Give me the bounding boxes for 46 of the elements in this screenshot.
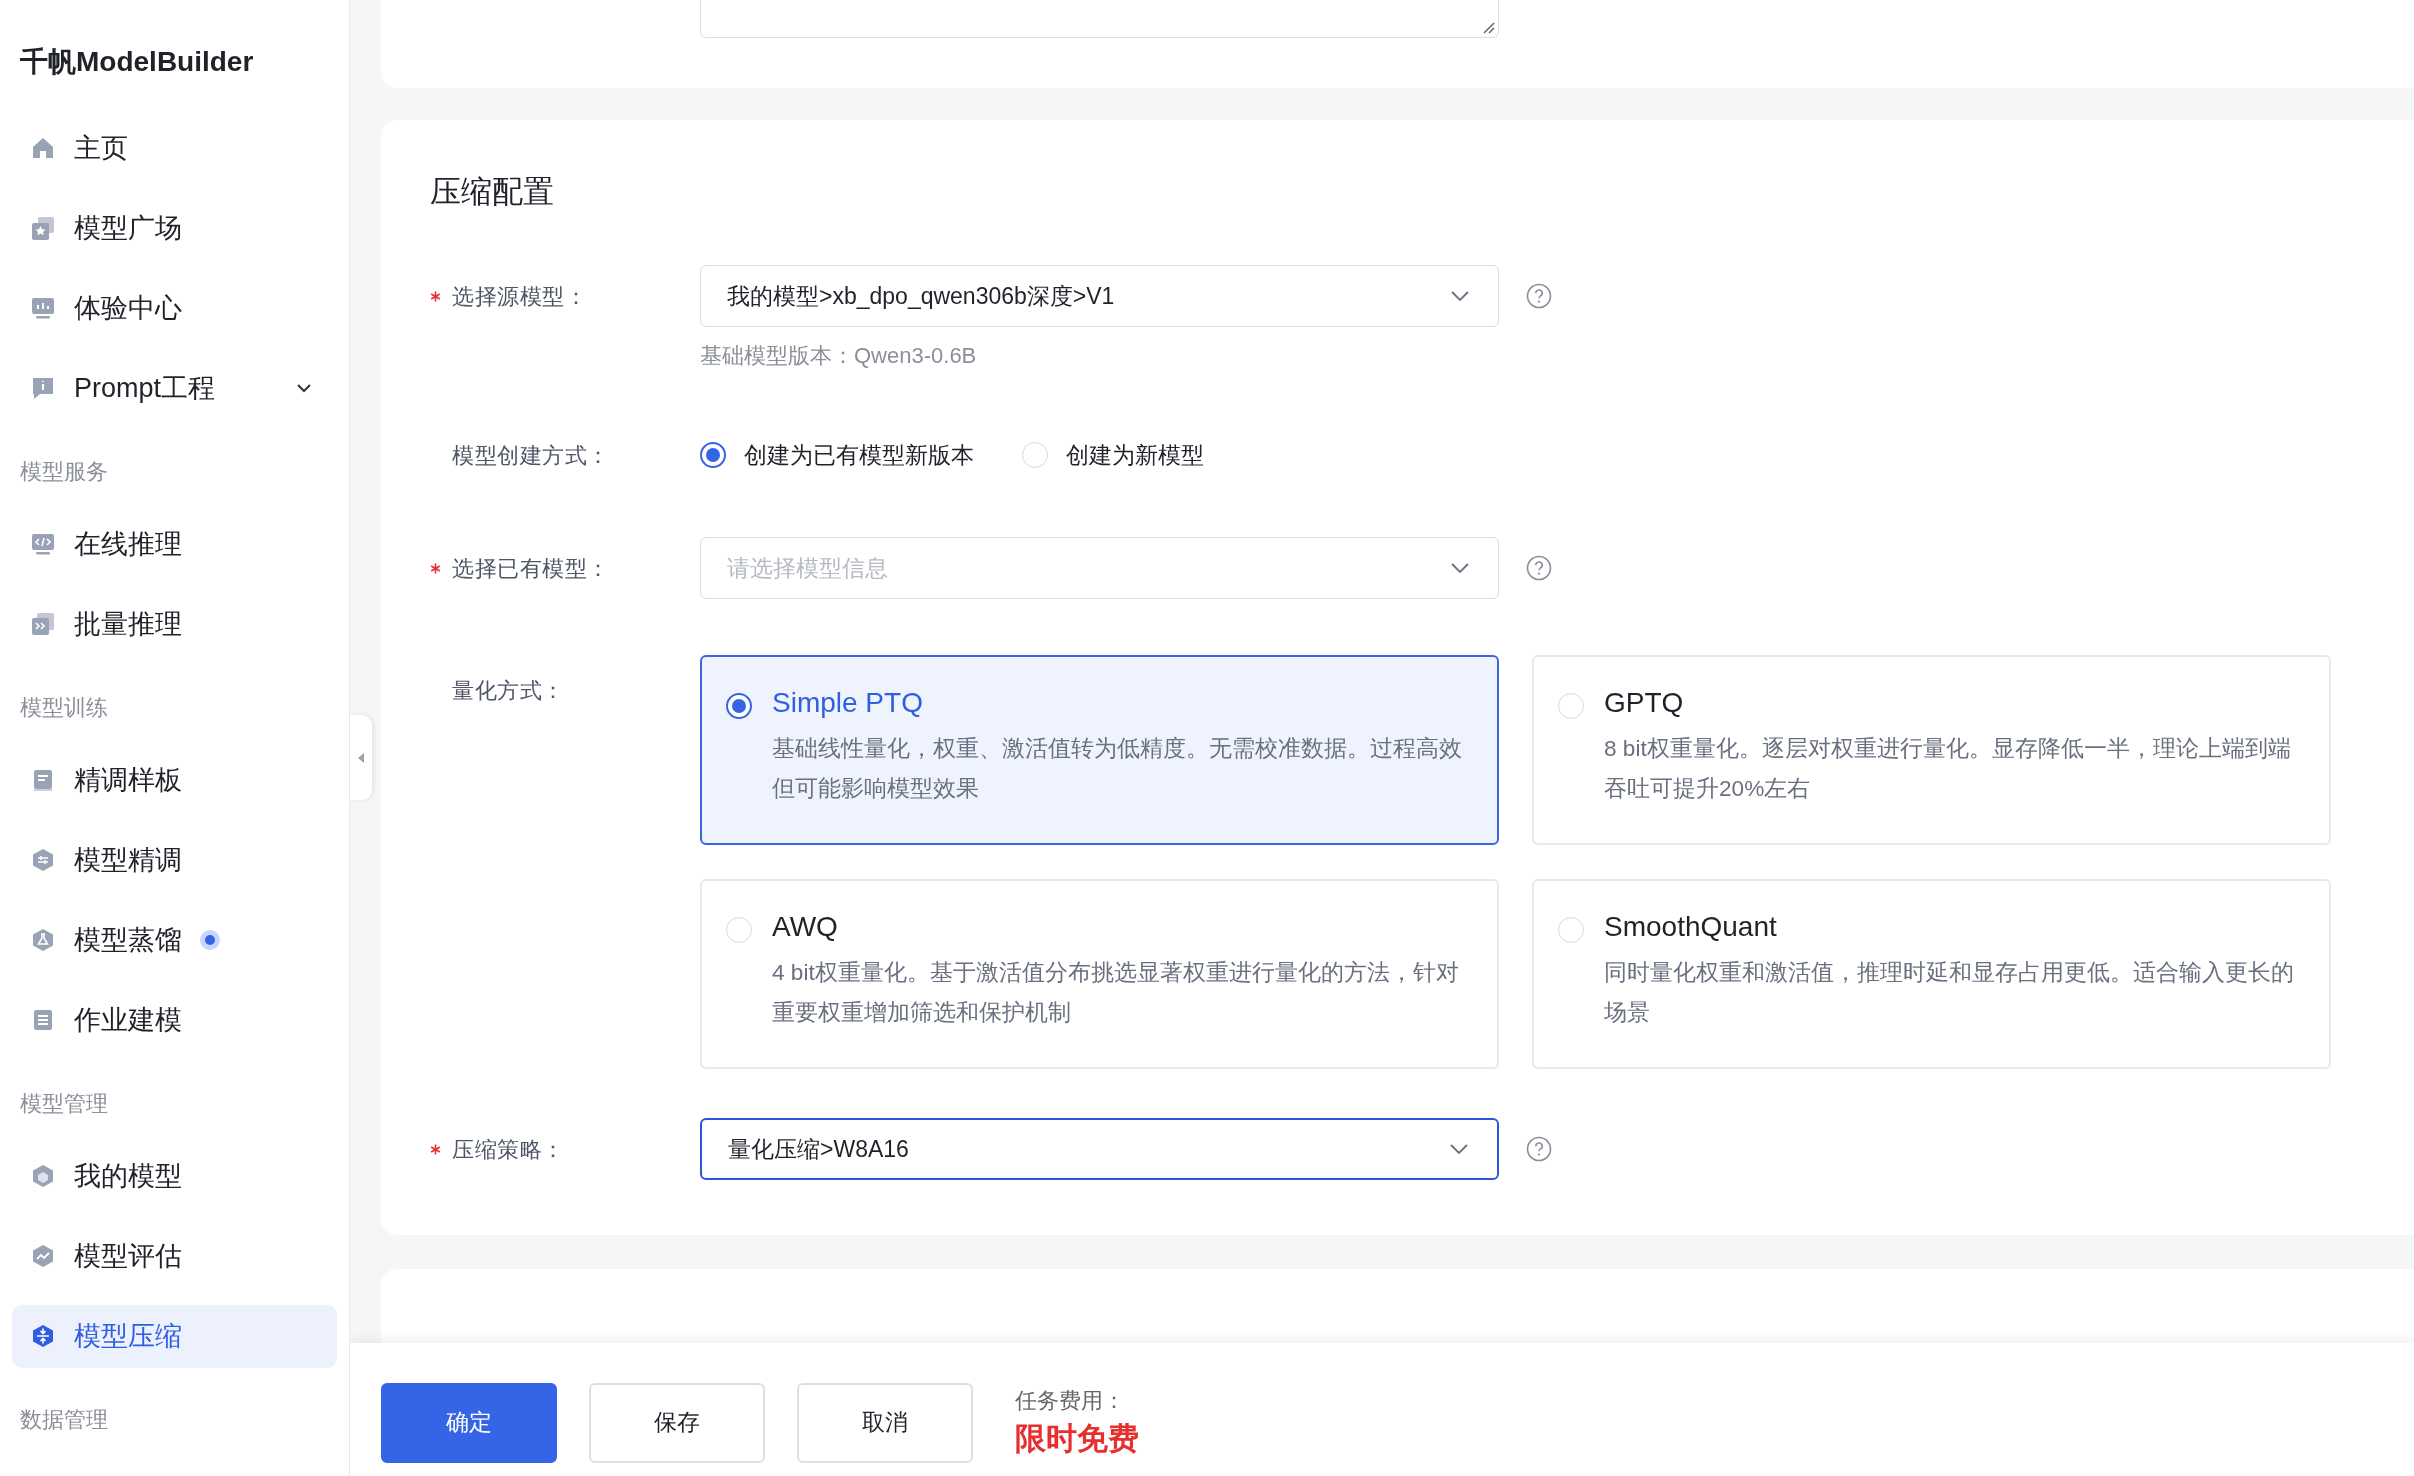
option-description: 8 bit权重量化。逐层对权重进行量化。显存降低一半，理论上端到端吞吐可提升20%左右 [1604,735,2292,803]
radio-label[interactable]: 创建为新模型 [1066,437,1204,473]
option-title: AWQ [772,910,839,944]
select-field[interactable]: 量化压缩>W8A16 [700,1118,1499,1180]
option-card[interactable]: GPTQ 8 bit权重量化。逐层对权重进行量化。显存降低一半，理论上端到端吞吐可提升20%左右 [1532,655,2331,845]
action-button[interactable]: 保存 [589,1382,765,1463]
nav-item[interactable]: 在线推理 [12,512,337,576]
section-title: 压缩配置 [430,173,555,211]
option-title: SmoothQuant [1604,910,1778,944]
field-label: 模型创建方式： [452,441,610,470]
nav-item[interactable]: Prompt工程 [12,356,337,420]
section-label: 模型管理 [20,1089,108,1118]
nav-item[interactable]: 作业建模 [12,988,337,1052]
option-card[interactable]: AWQ 4 bit权重量化。基于激活值分布挑选显著权重进行量化的方法，针对重要权重增加筛选和保护机制 [700,879,1499,1069]
action-button[interactable]: 取消 [797,1382,973,1463]
nav-item[interactable]: 模型压缩 [12,1304,337,1368]
option-card[interactable]: SmoothQuant 同时量化权重和激活值，推理时延和显存占用更低。适合输入更长的场景 [1532,879,2331,1069]
nav-item[interactable]: 主页 [12,116,337,180]
select-field[interactable]: 我的模型>xb_dpo_qwen306b深度>V1 [700,265,1499,327]
option-title: GPTQ [1604,686,1685,720]
option-description: 4 bit权重量化。基于激活值分布挑选显著权重进行量化的方法，针对重要权重增加筛选和保护机制 [772,959,1460,1027]
field-label: 选择源模型： [452,282,587,311]
option-description: 基础线性量化，权重、激活值转为低精度。无需校准数据。过程高效但可能影响模型效果 [772,735,1463,803]
cost-label: 任务费用： [1015,1386,1126,1415]
hint-text: 基础模型版本：Qwen3-0.6B [700,343,977,368]
field-label: 压缩策略： [452,1135,565,1164]
section-label: 模型服务 [20,457,108,486]
section-label: 数据管理 [20,1405,108,1434]
nav-item[interactable]: 模型精调 [12,828,337,892]
nav-item[interactable]: 我的模型 [12,1144,337,1208]
nav-item[interactable]: 批量推理 [12,592,337,656]
cost-value: 限时免费 [1015,1419,1139,1458]
nav-item[interactable]: 模型蒸馏 [12,908,337,972]
nav-item[interactable]: 模型广场 [12,196,337,260]
nav-item[interactable]: 精调样板 [12,748,337,812]
radio-label[interactable]: 创建为已有模型新版本 [744,437,974,473]
option-card[interactable]: Simple PTQ 基础线性量化，权重、激活值转为低精度。无需校准数据。过程高效但可能影响模型效果 [700,655,1499,845]
field-label: 选择已有模型： [452,554,610,583]
nav-item[interactable]: 模型评估 [12,1224,337,1288]
confirm-button[interactable]: 确定 [381,1382,557,1463]
nav-item[interactable]: 体验中心 [12,276,337,340]
app-title: 千帆ModelBuilder [20,46,254,77]
option-title: Simple PTQ [772,686,924,720]
field-label: 量化方式： [452,676,565,705]
option-description: 同时量化权重和激活值，推理时延和显存占用更低。适合输入更长的场景 [1604,959,2295,1027]
section-label: 模型训练 [20,693,108,722]
